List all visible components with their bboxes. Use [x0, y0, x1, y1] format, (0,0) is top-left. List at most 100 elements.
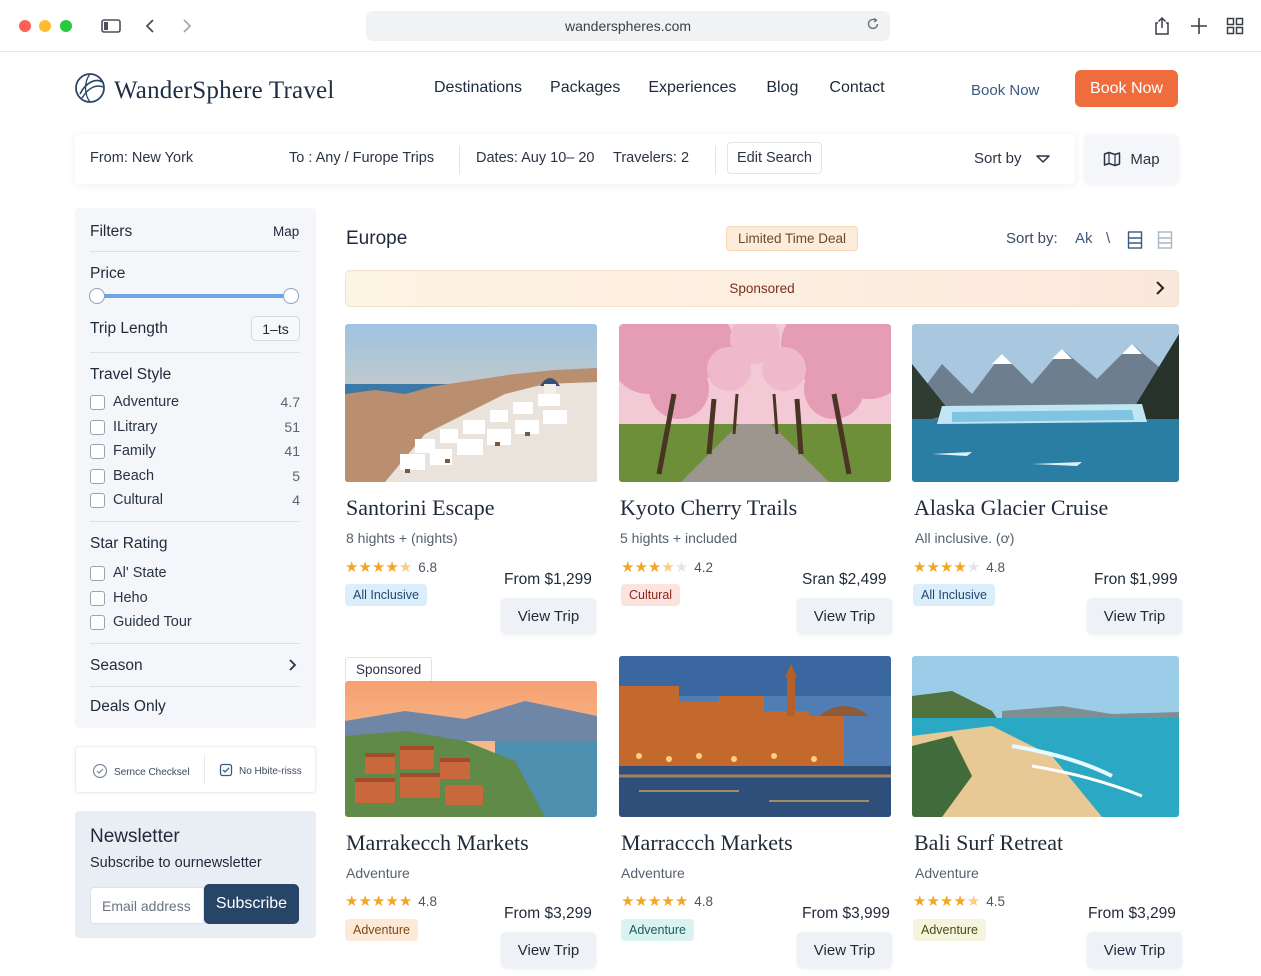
dates-field[interactable]: Dates: Auy 10– 20 [476, 150, 595, 166]
trust-badge-left-text: Sernce Checksel [114, 767, 190, 778]
email-field[interactable]: Email address [90, 887, 204, 924]
checkbox[interactable] [90, 590, 105, 606]
bali-beach-image[interactable] [912, 656, 1179, 817]
sponsored-banner[interactable]: Sponsored [345, 270, 1179, 307]
edit-search-button[interactable]: Edit Search [727, 142, 822, 174]
card-title[interactable]: Marrakecch Markets [346, 830, 529, 856]
rating-option[interactable]: Guided Tour [90, 612, 300, 632]
alaska-image[interactable] [912, 324, 1179, 482]
logo-text: WanderSphere Travel [114, 76, 335, 104]
subscribe-button[interactable]: Subscribe [204, 884, 299, 924]
view-trip-button[interactable]: View Trip [797, 598, 892, 634]
zoom-window-button[interactable] [60, 20, 72, 32]
rating-value: 4.8 [694, 893, 714, 909]
chevron-down-icon[interactable] [1035, 152, 1051, 170]
from-field[interactable]: From: New York [90, 150, 193, 166]
checkbox[interactable] [90, 492, 105, 508]
kyoto-image[interactable] [619, 324, 891, 482]
back-icon[interactable] [138, 14, 162, 38]
chevron-right-icon[interactable] [1154, 280, 1166, 299]
sidebar-map-link[interactable]: Map [273, 224, 299, 239]
rating-option[interactable]: Al' State [90, 563, 300, 583]
new-tab-icon[interactable] [1187, 14, 1211, 38]
nav-blog[interactable]: Blog [766, 79, 798, 97]
address-bar[interactable]: wanderspheres.com [366, 11, 890, 41]
style-option-cultural[interactable]: Cultural 4 [90, 490, 300, 510]
sort-value[interactable]: Ak [1075, 230, 1093, 247]
site-logo[interactable]: WanderSphere Travel [74, 72, 335, 109]
checkbox[interactable] [90, 468, 105, 484]
to-field[interactable]: To : Any / Furope Trips [289, 150, 434, 166]
season-filter[interactable]: Season [90, 657, 143, 675]
price-max-handle[interactable] [283, 288, 299, 304]
list-view-icon[interactable] [1127, 230, 1143, 255]
sort-by-dropdown[interactable]: Sort by [974, 150, 1022, 167]
reload-icon[interactable] [866, 17, 880, 34]
star-icon: ★ [371, 559, 385, 576]
card-price: Sran $2,499 [802, 571, 887, 588]
close-window-button[interactable] [19, 20, 31, 32]
view-trip-button[interactable]: View Trip [501, 932, 596, 968]
card-title[interactable]: Alaska Glacier Cruise [914, 495, 1108, 521]
card-title[interactable]: Kyoto Cherry Trails [620, 495, 797, 521]
map-icon [1103, 151, 1121, 167]
checkbox[interactable] [90, 443, 105, 459]
map-button[interactable]: Map [1085, 135, 1178, 183]
card-subtitle: 5 hights + included [620, 530, 738, 546]
tab-overview-icon[interactable] [1223, 14, 1247, 38]
marrakech-image[interactable] [345, 681, 597, 817]
price-range-track[interactable] [97, 294, 292, 298]
search-bar: From: New York To : Any / Furope Trips D… [75, 134, 1075, 184]
checkbox[interactable] [90, 419, 105, 435]
rating-value: 6.8 [418, 559, 438, 575]
nav-contact[interactable]: Contact [829, 79, 884, 97]
card-price: From $1,299 [504, 571, 592, 588]
nav-destinations[interactable]: Destinations [434, 79, 522, 97]
card-subtitle: Adventure [621, 865, 685, 881]
minimize-window-button[interactable] [39, 20, 51, 32]
book-now-link[interactable]: Book Now [971, 82, 1039, 99]
grid-view-icon[interactable] [1157, 230, 1173, 255]
card-title[interactable]: Bali Surf Retreat [914, 830, 1063, 856]
style-option-family[interactable]: Family 41 [90, 441, 300, 461]
price-min-handle[interactable] [89, 288, 105, 304]
market-canal-image[interactable] [619, 656, 891, 817]
card-rating: ★ ★ ★ ★ ★ 4.8 [345, 892, 437, 910]
star-icon: ★ [966, 559, 980, 576]
view-trip-button[interactable]: View Trip [1087, 598, 1182, 634]
checkbox[interactable] [90, 565, 105, 581]
santorini-image[interactable] [345, 324, 597, 482]
nav-experiences[interactable]: Experiences [648, 79, 736, 97]
style-option-adventure[interactable]: Adventure 4.7 [90, 392, 300, 412]
forward-icon[interactable] [175, 14, 199, 38]
share-icon[interactable] [1150, 14, 1174, 38]
checkbox[interactable] [90, 394, 105, 410]
view-trip-button[interactable]: View Trip [797, 932, 892, 968]
card-tag: Adventure [913, 919, 986, 941]
card-tag: Adventure [345, 919, 418, 941]
rating-option[interactable]: Heho [90, 588, 300, 608]
card-title[interactable]: Marraccch Markets [621, 830, 793, 856]
card-title[interactable]: Santorini Escape [346, 495, 494, 521]
sort-label: Sort by: [1006, 230, 1058, 247]
style-option-beach[interactable]: Beach 5 [90, 466, 300, 486]
style-option-literary[interactable]: ILitrary 51 [90, 417, 300, 437]
book-now-button[interactable]: Book Now [1075, 70, 1178, 107]
trip-length-select[interactable]: 1–ts [251, 316, 300, 341]
star-icon: ★ [385, 893, 398, 910]
chevron-right-icon[interactable] [288, 658, 298, 677]
view-trip-button[interactable]: View Trip [1087, 932, 1182, 968]
star-icon: ★ [621, 559, 634, 576]
checkbox[interactable] [90, 614, 105, 630]
travelers-field[interactable]: Travelers: 2 [613, 150, 689, 166]
deals-only-filter[interactable]: Deals Only [90, 698, 166, 716]
divider [90, 352, 300, 353]
view-trip-button[interactable]: View Trip [501, 598, 596, 634]
star-icon: ★ [953, 559, 966, 576]
star-icon: ★ [926, 559, 939, 576]
star-icon: ★ [634, 893, 647, 910]
nav-packages[interactable]: Packages [550, 79, 620, 97]
card-subtitle: Adventure [915, 865, 979, 881]
star-icon: ★ [398, 559, 412, 576]
sidebar-toggle-icon[interactable] [99, 14, 123, 38]
